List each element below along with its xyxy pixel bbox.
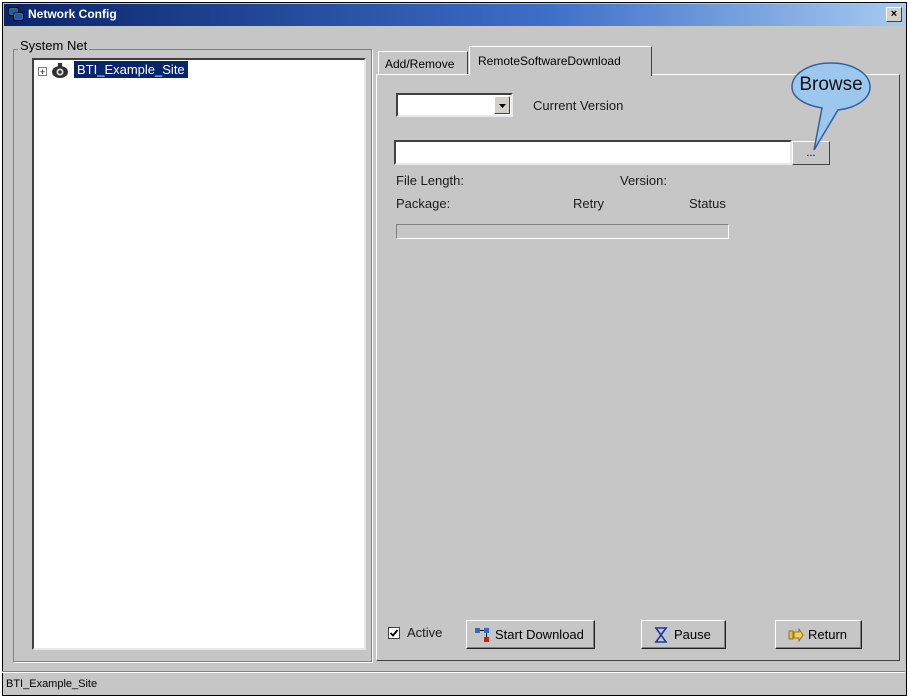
start-download-button[interactable]: Start Download — [466, 620, 595, 649]
checkmark-icon — [389, 629, 399, 637]
version-select[interactable] — [396, 93, 513, 117]
system-net-tree[interactable]: + BTI_Example_Site — [32, 58, 366, 650]
file-length-label: File Length: — [396, 173, 464, 188]
browse-callout-text: Browse — [799, 74, 863, 95]
current-version-label: Current Version — [533, 98, 624, 113]
hourglass-icon — [654, 627, 668, 646]
status-label: Status — [689, 196, 726, 211]
return-button[interactable]: Return — [775, 620, 862, 649]
title-bar[interactable]: Network Config × — [4, 4, 905, 26]
app-icon — [8, 7, 24, 22]
close-button[interactable]: × — [886, 7, 902, 22]
window-title: Network Config — [28, 7, 117, 21]
site-node-icon — [51, 63, 69, 80]
download-progress-bar — [396, 224, 729, 239]
start-download-icon — [474, 627, 490, 646]
package-label: Package: — [396, 196, 451, 211]
dropdown-arrow-button[interactable] — [494, 96, 510, 114]
start-download-label: Start Download — [495, 627, 584, 642]
tab-add-remove[interactable]: Add/Remove — [378, 51, 468, 75]
pause-label: Pause — [674, 627, 711, 642]
retry-label: Retry — [573, 196, 605, 211]
return-label: Return — [808, 627, 848, 642]
active-checkbox[interactable] — [388, 627, 400, 639]
file-path-input[interactable] — [394, 140, 792, 165]
pause-button[interactable]: Pause — [641, 620, 726, 649]
return-icon — [788, 627, 804, 645]
tree-node-bti-example-site[interactable]: BTI_Example_Site — [74, 61, 188, 78]
status-bar — [2, 671, 905, 696]
tree-expand-toggle[interactable]: + — [38, 67, 47, 77]
chevron-down-icon — [499, 104, 506, 108]
version-label: Version: — [620, 173, 667, 188]
system-net-label: System Net — [18, 38, 90, 53]
tab-remote-software-download[interactable]: RemoteSoftwareDownload — [469, 46, 652, 76]
status-bar-text: BTI_Example_Site — [6, 678, 98, 690]
active-label: Active — [407, 625, 443, 640]
